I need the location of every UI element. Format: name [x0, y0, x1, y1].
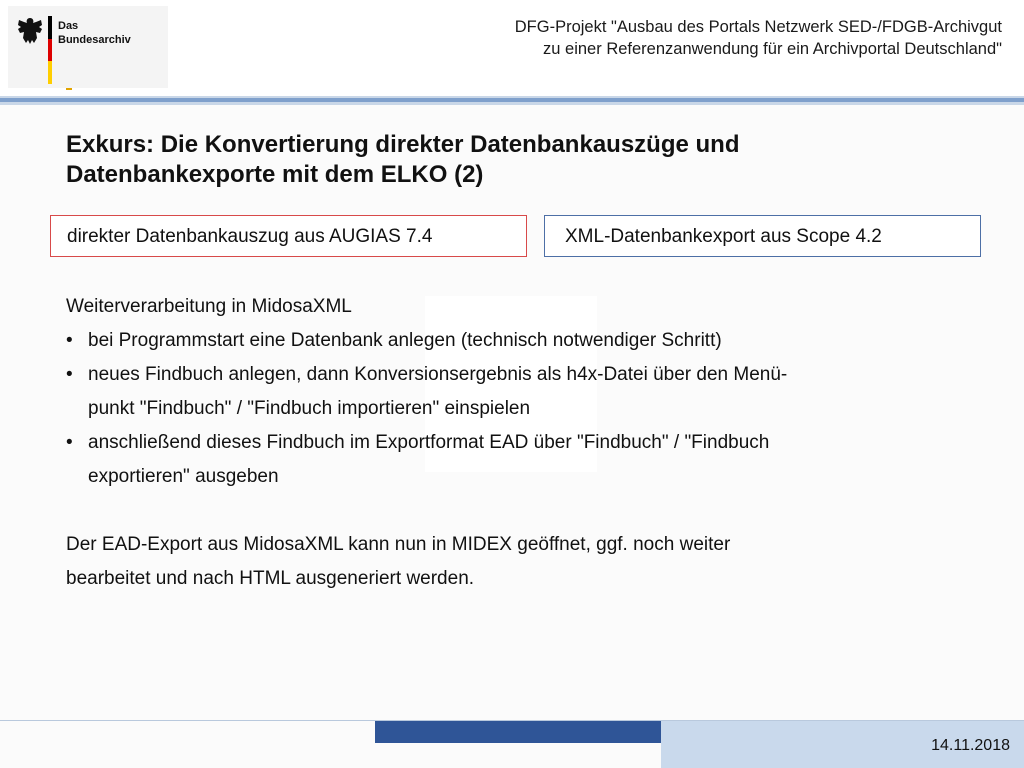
footer-dark-bar	[375, 721, 661, 743]
slide-heading-line-1: Exkurs: Die Konvertierung direkter Daten…	[66, 131, 740, 158]
logo-accent-mark	[66, 88, 72, 90]
slide-header: Das Bundesarchiv DFG-Projekt "Ausbau des…	[0, 0, 1024, 96]
intro-text: Weiterverarbeitung in MidosaXML	[66, 296, 352, 317]
slide-date: 14.11.2018	[931, 737, 1010, 754]
bullet-3-line-2: exportieren" ausgeben	[88, 466, 279, 487]
augias-source-box: direkter Datenbankauszug aus AUGIAS 7.4	[50, 215, 527, 257]
header-divider-stripe	[0, 96, 1024, 105]
scope-source-box: XML-Datenbankexport aus Scope 4.2	[544, 215, 981, 257]
bundesarchiv-logo: Das Bundesarchiv	[8, 6, 168, 90]
slide-body: Weiterverarbeitung in MidosaXML • bei Pr…	[66, 290, 946, 596]
list-item: • anschließend dieses Findbuch im Export…	[66, 426, 946, 494]
bullet-icon: •	[66, 432, 73, 453]
bullet-3-line-1: anschließend dieses Findbuch im Exportfo…	[88, 432, 770, 453]
closing-paragraph: Der EAD-Export aus MidosaXML kann nun in…	[66, 528, 946, 596]
logo-line-2: Bundesarchiv	[58, 34, 131, 46]
project-title-line-2: zu einer Referenzanwendung für ein Archi…	[543, 40, 1002, 58]
bullet-2-line-1: neues Findbuch anlegen, dann Konversions…	[88, 364, 788, 385]
bullet-icon: •	[66, 364, 73, 385]
bullet-2-line-2: punkt "Findbuch" / "Findbuch importieren…	[88, 398, 531, 419]
closing-line-2: bearbeitet und nach HTML ausgeneriert we…	[66, 568, 475, 589]
list-item: • bei Programmstart eine Datenbank anleg…	[66, 324, 946, 358]
list-item: • neues Findbuch anlegen, dann Konversio…	[66, 358, 946, 426]
bullet-icon: •	[66, 330, 73, 351]
bullet-1-line-1: bei Programmstart eine Datenbank anlegen…	[88, 330, 722, 351]
federal-eagle-icon	[18, 18, 42, 44]
slide-heading: Exkurs: Die Konvertierung direkter Daten…	[66, 130, 966, 190]
slide: Das Bundesarchiv DFG-Projekt "Ausbau des…	[0, 0, 1024, 768]
logo-text: Das Bundesarchiv	[58, 19, 131, 47]
project-title: DFG-Projekt "Ausbau des Portals Netzwerk…	[515, 16, 1002, 60]
closing-line-1: Der EAD-Export aus MidosaXML kann nun in…	[66, 534, 731, 555]
project-title-line-1: DFG-Projekt "Ausbau des Portals Netzwerk…	[514, 18, 1002, 36]
logo-line-1: Das	[58, 20, 79, 32]
german-flag-bar	[48, 16, 52, 84]
slide-heading-line-2: Datenbankexporte mit dem ELKO (2)	[66, 161, 484, 188]
